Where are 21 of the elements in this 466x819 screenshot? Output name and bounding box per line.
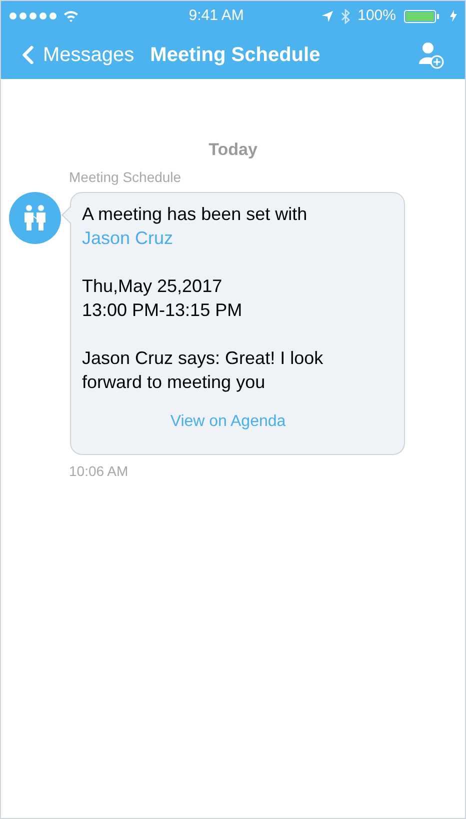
nav-title: Meeting Schedule <box>150 43 320 68</box>
wifi-icon <box>63 10 79 22</box>
avatar-icon <box>9 192 61 244</box>
status-time: 9:41 AM <box>188 6 244 26</box>
reply-text: Jason Cruz says: Great! I look forward to meeting you <box>82 347 324 394</box>
contact-link[interactable]: Jason Cruz <box>82 228 174 248</box>
message-intro: A meeting has been set with Jason Cruz <box>82 203 308 250</box>
message-time: 10:06 AM <box>69 462 128 481</box>
bluetooth-icon <box>340 8 350 24</box>
date-separator: Today <box>208 140 258 159</box>
sender-name: Meeting Schedule <box>69 168 182 187</box>
meeting-date: Thu,May 25,2017 <box>82 275 224 298</box>
battery-icon <box>404 10 442 22</box>
add-contact-button[interactable] <box>417 41 445 69</box>
signal-icon <box>9 12 59 20</box>
battery-percent: 100% <box>358 6 396 26</box>
meeting-time: 13:00 PM-13:15 PM <box>82 299 244 322</box>
location-icon <box>322 10 333 22</box>
back-button[interactable]: Messages <box>13 40 134 70</box>
charging-icon <box>450 10 457 22</box>
view-agenda-link[interactable]: View on Agenda <box>170 413 286 430</box>
